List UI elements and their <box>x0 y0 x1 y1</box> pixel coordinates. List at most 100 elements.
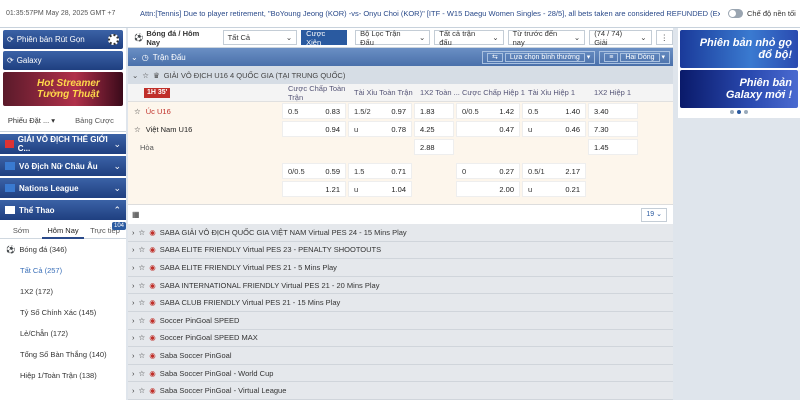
market-odd-even[interactable]: Lẻ/Chẵn (172) <box>0 323 126 344</box>
refresh-icon: ⟳ <box>7 35 14 44</box>
page-size-select[interactable]: 19 ⌄ <box>641 208 667 222</box>
grid-icon[interactable]: ▦ <box>132 210 140 219</box>
league-list-row[interactable]: › ☆ ◉ Soccer PinGoal SPEED <box>128 311 673 330</box>
subtab-live[interactable]: Trực tiếp 104 <box>84 221 126 239</box>
galaxy-ad[interactable]: Phiên bản Galaxy mới ! <box>680 70 798 108</box>
star-icon[interactable]: ☆ <box>139 245 146 254</box>
settings-button[interactable]: ⋮ <box>655 30 673 45</box>
market-correct-score[interactable]: Tỷ Số Chính Xác (145) <box>0 302 126 323</box>
league-count-select[interactable]: (74 / 74) Giải ⌄ <box>589 29 652 47</box>
odds-cell[interactable]: 0.94 <box>282 121 346 137</box>
live-time-badge: 1H 35' <box>144 88 171 98</box>
odds-cell[interactable]: 2.00 <box>456 181 520 197</box>
star-icon[interactable]: ☆ <box>134 125 141 134</box>
soccer-ball-icon <box>108 34 119 45</box>
galaxy-button[interactable]: ⟳ Galaxy <box>3 51 123 70</box>
star-icon[interactable]: ☆ <box>139 316 146 325</box>
odds-row: 0/0.5 0.59 1.5 0.71 0 0.27 0.5/1 2.17 <box>128 162 673 180</box>
odds-cell[interactable]: 1.21 <box>282 181 346 197</box>
soccer-ball-icon: ⚽ <box>134 33 144 42</box>
carousel-dot[interactable] <box>730 110 734 114</box>
league-logo-icon: ◉ <box>149 245 156 255</box>
match-filter-select[interactable]: Bộ Lọc Trận Đấu ⌄ <box>355 29 431 47</box>
odds-cell[interactable]: u 0.46 <box>522 121 586 137</box>
star-icon[interactable]: ☆ <box>134 107 141 116</box>
league-list-row[interactable]: › ☆ ◉ Saba Soccer PinGoal - World Cup <box>128 364 673 383</box>
tab-bet-list[interactable]: Bảng Cược <box>63 116 126 125</box>
section-world-cup[interactable]: GIẢI VÔ ĐỊCH THẾ GIỚI C... ⌄ <box>0 134 126 154</box>
odds-cell[interactable]: 0/0.5 1.42 <box>456 103 520 119</box>
sliders-icon: ⇆ <box>486 52 503 62</box>
market-total-goals[interactable]: Tổng Số Bàn Thắng (140) <box>0 344 126 365</box>
odds-cell[interactable]: u 0.78 <box>348 121 412 137</box>
carousel-dot[interactable] <box>737 110 741 114</box>
league-list-row[interactable]: › ☆ ◉ Saba Soccer PinGoal <box>128 347 673 365</box>
clock-icon: ◷ <box>141 52 149 62</box>
odds-cell[interactable]: 3.40 <box>588 103 638 119</box>
all-matches-select[interactable]: Tất cả trận đấu ⌄ <box>434 29 504 47</box>
league-list-row[interactable]: › ☆ ◉ SABA ELITE FRIENDLY Virtual PES 21 - … <box>128 259 673 277</box>
star-icon[interactable]: ☆ <box>139 263 146 272</box>
odds-cell[interactable]: 0/0.5 0.59 <box>282 163 346 179</box>
league-list-row[interactable]: › ☆ ◉ SABA ELITE FRIENDLY Virtual PES 23 - … <box>128 241 673 260</box>
odds-cell[interactable]: 1.5 0.71 <box>348 163 412 179</box>
section-womens-euro[interactable]: Vô Địch Nữ Châu Âu ⌄ <box>0 156 126 176</box>
league-list-row[interactable]: › ☆ ◉ SABA CLUB FRIENDLY Virtual PES 21 - 1… <box>128 294 673 312</box>
odds-cell[interactable]: 4.25 <box>414 121 454 137</box>
compact-version-ad[interactable]: Phiên bản nhỏ gọ đổ bộ! <box>680 30 798 68</box>
flag-icon <box>5 140 14 148</box>
star-icon[interactable]: ☆ <box>139 351 146 360</box>
sort-select[interactable]: Từ trước đến nay ⌄ <box>507 29 586 47</box>
sport-select[interactable]: ⚽ Bóng đá / Hôm Nay <box>130 29 219 47</box>
announcement-ticker[interactable]: Attn:[Tennis] Due to player retirement, … <box>140 9 720 18</box>
display-mode-select[interactable]: ⇆ Lựa chọn bình thường ▾ <box>481 50 596 64</box>
star-icon[interactable]: ☆ <box>139 369 146 378</box>
market-all[interactable]: Tất Cả (257) <box>0 260 126 281</box>
carousel-dot[interactable] <box>744 110 748 114</box>
compact-version-button[interactable]: ⟳ Phiên bản Rút Gọn <box>3 30 123 49</box>
dark-mode-toggle[interactable] <box>728 9 743 18</box>
subtab-early[interactable]: Sớm <box>0 222 42 239</box>
league-list-row[interactable]: › ☆ ◉ Saba Soccer PinGoal - Virtual League <box>128 382 673 400</box>
league-list-name: Saba Soccer PinGoal - World Cup <box>159 368 274 378</box>
star-icon[interactable]: ☆ <box>139 386 146 395</box>
odds-cell[interactable]: 1.5/2 0.97 <box>348 103 412 119</box>
star-icon[interactable]: ☆ <box>139 228 146 237</box>
odds-cell[interactable]: 0.5 1.40 <box>522 103 586 119</box>
odds-cell[interactable]: 0 0.27 <box>456 163 520 179</box>
tab-bet-slip[interactable]: Phiếu Đặt ... ▾ <box>0 116 63 125</box>
bet-type-select[interactable]: Tất Cả ⌄ <box>222 30 298 45</box>
top-bar: 01:35:57PM May 28, 2025 GMT +7 Attn:[Ten… <box>0 0 800 28</box>
odds-cell[interactable]: u 1.04 <box>348 181 412 197</box>
subtab-today[interactable]: Hôm Nay <box>42 222 84 239</box>
odds-cell[interactable]: 0.5 0.83 <box>282 103 346 119</box>
league-logo-icon: ◉ <box>149 227 156 237</box>
odds-cell[interactable]: u 0.21 <box>522 181 586 197</box>
market-1x2[interactable]: 1X2 (172) <box>0 281 126 302</box>
dark-mode-control[interactable]: Chế độ nền tối <box>720 9 800 18</box>
odds-cell[interactable]: 1.83 <box>414 103 454 119</box>
sport-soccer[interactable]: ⚽ Bóng đá (346) <box>0 239 126 260</box>
section-sports[interactable]: Thể Thao ⌃ <box>0 200 126 220</box>
parlay-button[interactable]: Cược Xiên <box>301 29 348 47</box>
star-icon[interactable]: ☆ <box>139 298 146 307</box>
star-icon[interactable]: ☆ <box>142 71 149 80</box>
match-block: ☆Úc U160 0.50.83 1.5/20.97 1.83 0/0.51.4… <box>128 102 673 204</box>
league-list-row[interactable]: › ☆ ◉ SABA INTERNATIONAL FRIENDLY Virtual P… <box>128 276 673 295</box>
hot-streamer-banner[interactable]: Hot Streamer Tường Thuật <box>3 72 123 106</box>
league-logo-icon: ◉ <box>149 350 156 360</box>
odds-cell[interactable]: 0.47 <box>456 121 520 137</box>
league-list-row[interactable]: › ☆ ◉ SABA GIẢI VÔ ĐỊCH QUỐC GIA VIỆT NAM V… <box>128 224 673 242</box>
odds-cell[interactable]: 7.30 <box>588 121 638 137</box>
odds-cell[interactable]: 0.5/1 2.17 <box>522 163 586 179</box>
star-icon[interactable]: ☆ <box>139 281 146 290</box>
odds-cell[interactable]: 2.88 <box>414 139 454 155</box>
league-list-row[interactable]: › ☆ ◉ Soccer PinGoal SPEED MAX <box>128 329 673 348</box>
league-row[interactable]: ⌄ ☆ ♛ GIẢI VÔ ĐỊCH U16 4 QUỐC GIA (TẠI T… <box>128 66 673 84</box>
odds-cell[interactable]: 1.45 <box>588 139 638 155</box>
star-icon[interactable]: ☆ <box>139 333 146 342</box>
market-ht-ft[interactable]: Hiệp 1/Toàn Trận (138) <box>0 365 126 386</box>
chevron-down-icon[interactable]: ⌄ <box>131 53 138 62</box>
line-mode-select[interactable]: ≡ Hai Dòng ▾ <box>599 50 670 64</box>
section-nations-league[interactable]: Nations League ⌄ <box>0 178 126 198</box>
